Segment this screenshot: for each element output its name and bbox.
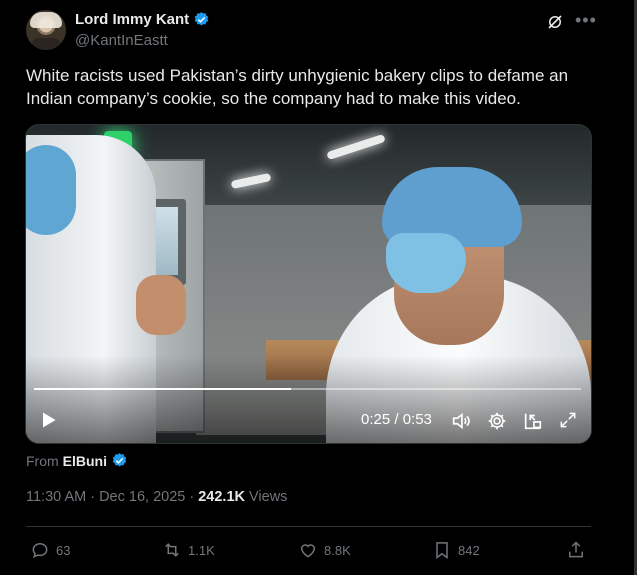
repost-button[interactable]: 1.1K [162, 540, 215, 560]
source-attribution: From ElBuni [26, 452, 128, 469]
share-icon [569, 541, 583, 558]
bookmark-icon [436, 542, 448, 559]
reply-button[interactable]: 63 [30, 540, 70, 560]
source-prefix: From [26, 452, 59, 469]
like-button[interactable]: 8.8K [298, 540, 351, 560]
repost-icon [165, 543, 179, 557]
tweet-meta: 11:30 AM · Dec 16, 2025 · 242.1K Views [26, 489, 287, 505]
repost-count: 1.1K [188, 542, 215, 558]
source-verified-badge-icon [112, 453, 127, 467]
play-icon[interactable] [38, 410, 58, 430]
video-progress-fill [34, 388, 292, 390]
bookmark-count: 842 [458, 542, 480, 558]
actions-divider [26, 526, 591, 527]
bookmark-button[interactable]: 842 [432, 540, 480, 560]
views-count: 242.1K [198, 489, 245, 505]
tweet-header: Lord Immy Kant @KantInEastt ••• [26, 10, 604, 54]
source-name[interactable]: ElBuni [63, 453, 107, 469]
video-time: 0:25 / 0:53 [361, 411, 432, 428]
like-count: 8.8K [324, 542, 351, 558]
reply-count: 63 [56, 542, 71, 558]
author-name-row: Lord Immy Kant [75, 11, 210, 28]
views-label: Views [244, 489, 288, 505]
share-button[interactable] [566, 540, 586, 560]
picture-in-picture-icon[interactable] [522, 410, 544, 432]
heart-icon [300, 544, 316, 558]
reply-icon [32, 542, 48, 558]
more-options-icon[interactable]: ••• [575, 10, 597, 31]
video-progress-bar[interactable] [34, 388, 581, 390]
fullscreen-icon[interactable] [558, 410, 578, 430]
video-frame [26, 125, 591, 443]
author-handle[interactable]: @KantInEastt [75, 32, 168, 49]
author-avatar[interactable] [26, 10, 66, 50]
verified-badge-icon [194, 12, 209, 26]
tweet-timestamp[interactable]: 11:30 AM · Dec 16, 2025 · [26, 489, 198, 505]
settings-gear-icon[interactable] [486, 410, 508, 432]
volume-icon[interactable] [450, 410, 472, 432]
video-player[interactable]: 0:25 / 0:53 [25, 124, 592, 444]
grok-icon[interactable] [546, 13, 564, 31]
tweet-actions: 63 1.1K 8.8K 842 [26, 536, 591, 566]
tweet-text: White racists used Pakistan’s dirty unhy… [26, 66, 569, 108]
author-name[interactable]: Lord Immy Kant [75, 11, 189, 28]
